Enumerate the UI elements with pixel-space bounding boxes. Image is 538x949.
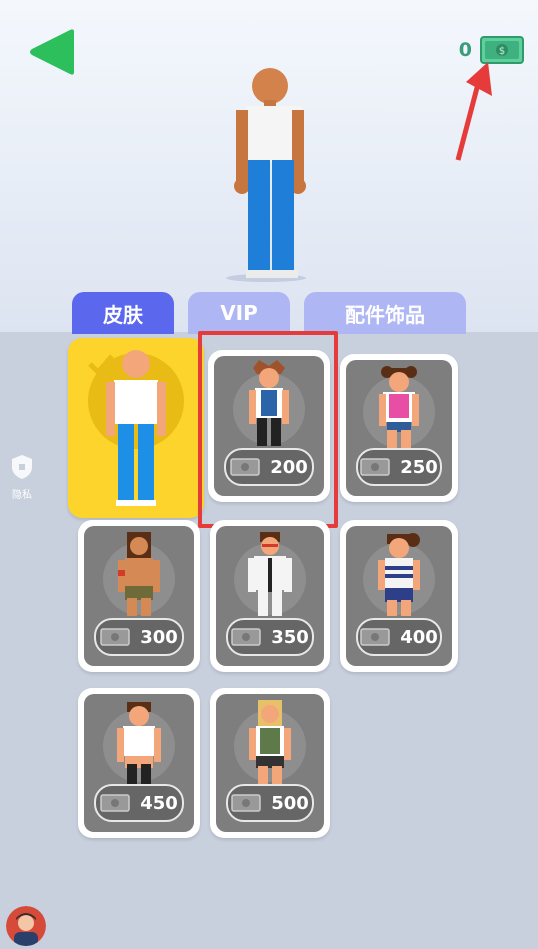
character-figure [249,700,291,784]
character-figure [378,533,420,616]
price-label: 350 [271,626,309,648]
tab-vip[interactable]: VIP [188,292,290,334]
price-label: 200 [270,456,308,478]
shield-icon [12,455,32,479]
money-display: 0 $ [459,36,524,64]
character-figure [118,532,160,616]
cash-icon [100,794,130,812]
tab-vip-label: VIP [220,301,258,325]
character-figure [248,532,292,616]
skin-card[interactable]: 350 [210,520,330,672]
back-arrow-icon[interactable] [26,26,78,78]
cash-icon [100,628,130,646]
cash-icon [231,794,261,812]
cash-icon [231,628,261,646]
tab-skins[interactable]: 皮肤 [72,292,174,334]
privacy-label: 隐私 [12,490,32,501]
character-figure [379,366,419,450]
skin-card[interactable]: 500 [210,688,330,838]
price-pill: 200 [224,448,314,486]
annotation-arrow-icon [455,62,492,161]
price-pill: 300 [94,618,184,656]
cash-icon: $ [480,36,524,64]
price-pill: 250 [356,448,442,486]
svg-text:$: $ [499,46,505,57]
character-figure [117,702,161,784]
character-figure [249,360,289,446]
money-count: 0 [458,39,472,61]
tab-accessories-label: 配件饰品 [345,302,425,327]
tab-skins-label: 皮肤 [103,302,143,327]
skin-card[interactable]: 300 [78,520,200,672]
privacy-button[interactable]: 隐私 [4,454,40,501]
price-pill: 450 [94,784,184,822]
cash-icon [360,628,390,646]
price-label: 450 [140,792,178,814]
skin-card[interactable]: 250 [340,354,458,502]
skin-card[interactable]: 450 [78,688,200,838]
price-label: 250 [400,456,438,478]
skin-card[interactable]: 400 [340,520,458,672]
price-label: 500 [271,792,309,814]
skin-card-selected[interactable] [68,338,204,518]
character-preview [226,68,306,282]
price-pill: 400 [356,618,442,656]
price-label: 400 [400,626,438,648]
tab-accessories[interactable]: 配件饰品 [304,292,466,334]
price-pill: 350 [226,618,314,656]
character-figure [106,350,166,506]
cash-icon [230,458,260,476]
price-pill: 500 [226,784,314,822]
price-label: 300 [140,626,178,648]
cash-icon [360,458,390,476]
avatar[interactable] [6,906,46,946]
skin-card[interactable]: 200 [208,350,330,502]
